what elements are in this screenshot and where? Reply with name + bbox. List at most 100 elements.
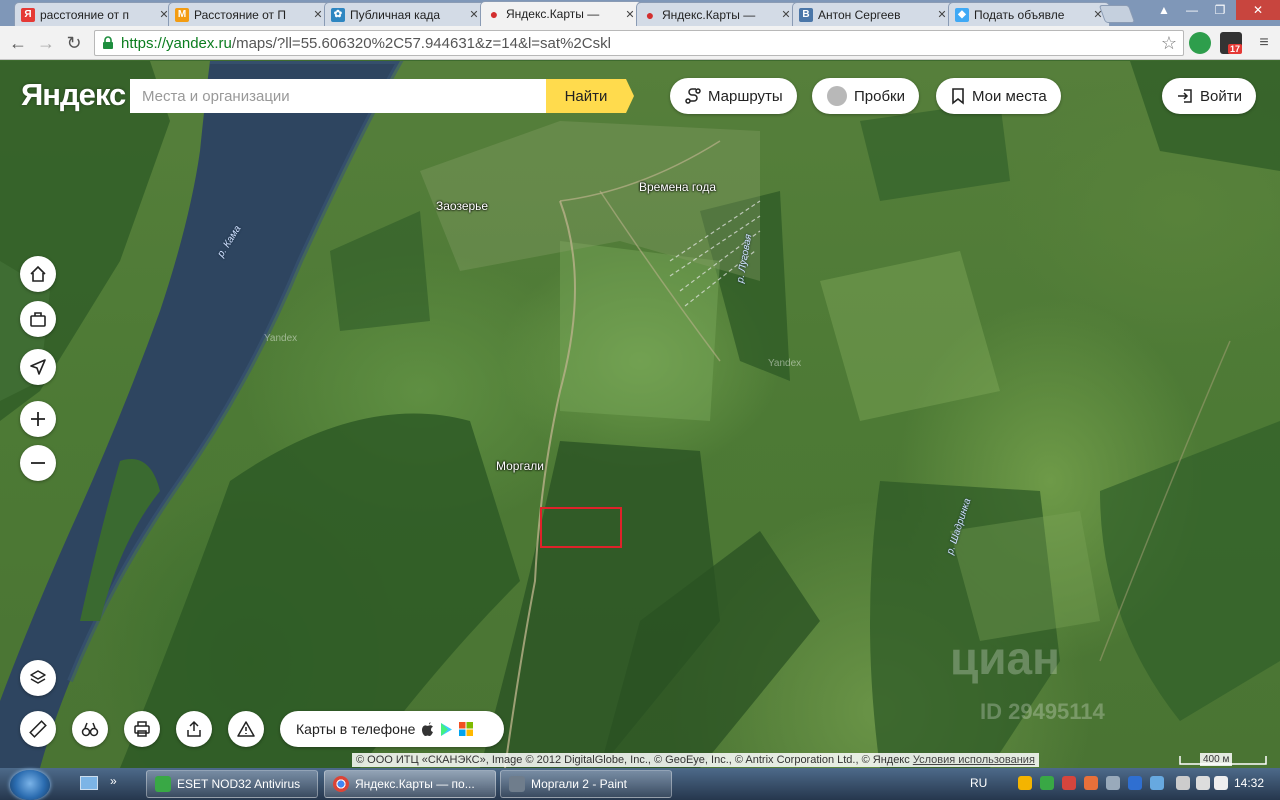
taskbar-item-label: ESET NOD32 Antivirus (177, 777, 301, 791)
new-tab-button[interactable] (1098, 5, 1136, 23)
layers-icon (30, 670, 46, 684)
language-indicator[interactable]: RU (970, 776, 987, 790)
terms-link[interactable]: Условия использования (913, 754, 1035, 766)
tab-close-icon[interactable]: ✕ (623, 8, 637, 21)
address-bar[interactable]: https://yandex.ru/maps/?ll=55.606320%2C5… (94, 30, 1184, 56)
share-button[interactable] (176, 711, 212, 747)
eset-icon (155, 776, 171, 792)
plus-icon (31, 412, 45, 426)
extension-icon[interactable] (1189, 32, 1211, 54)
cian-watermark: циан (950, 632, 1060, 684)
bookmark-icon (952, 88, 964, 105)
label-vremena-goda: Времена года (639, 180, 717, 194)
taskbar-item-chrome[interactable]: Яндекс.Карты — по... (324, 770, 496, 798)
tab-2[interactable]: М Расстояние от П ✕ (168, 2, 330, 26)
tab-title: Яндекс.Карты — (506, 7, 600, 21)
close-window-icon[interactable]: ✕ (1236, 0, 1280, 20)
binoculars-icon (81, 722, 99, 737)
map-pin-icon: ● (645, 6, 655, 23)
ruler-button[interactable] (20, 711, 56, 747)
login-button[interactable]: Войти (1162, 78, 1256, 114)
search-input[interactable] (142, 87, 546, 105)
tab-5[interactable]: ● Яндекс.Карты — ✕ (636, 2, 798, 26)
home-icon (30, 265, 46, 282)
traffic-label: Пробки (854, 87, 905, 105)
tray-icon[interactable] (1062, 776, 1076, 790)
tab-close-icon[interactable]: ✕ (467, 8, 481, 21)
share-icon (187, 720, 201, 737)
bookmark-star-icon[interactable]: ☆ (1161, 33, 1177, 54)
zoom-out-button[interactable] (20, 445, 56, 481)
browser-toolbar: ← → ↻ https://yandex.ru/maps/?ll=55.6063… (0, 26, 1280, 60)
route-icon (685, 88, 701, 104)
yandex-logo[interactable]: Яндекс (21, 77, 126, 113)
show-desktop-icon[interactable] (80, 776, 98, 790)
yandex-watermark: Yandex (264, 333, 298, 344)
user-icon[interactable]: ▲ (1150, 0, 1178, 20)
home-button[interactable] (20, 256, 56, 292)
battery-icon[interactable] (1176, 776, 1190, 790)
tab-close-icon[interactable]: ✕ (935, 8, 949, 21)
tray-icon[interactable] (1084, 776, 1098, 790)
tray-icon[interactable] (1040, 776, 1054, 790)
app-store-icons (421, 721, 474, 737)
windows-icon (459, 722, 474, 736)
start-button[interactable] (10, 770, 50, 800)
tab-title: Публичная када (350, 7, 441, 22)
my-places-button[interactable]: Мои места (936, 78, 1061, 114)
windows-taskbar: » ESET NOD32 Antivirus Яндекс.Карты — по… (0, 768, 1280, 800)
back-arrow-icon[interactable]: ← (6, 31, 30, 55)
report-problem-button[interactable] (228, 711, 264, 747)
ruler-icon (29, 720, 47, 738)
tab-title: Расстояние от П (194, 7, 287, 22)
browser-tab-bar: Я расстояние от п ✕ М Расстояние от П ✕ … (0, 0, 1280, 26)
print-button[interactable] (124, 711, 160, 747)
taskbar-item-eset[interactable]: ESET NOD32 Antivirus (146, 770, 318, 798)
menu-icon[interactable]: ≡ (1252, 31, 1276, 55)
locate-button[interactable] (20, 349, 56, 385)
routes-label: Маршруты (708, 87, 783, 105)
ads-icon: ◆ (955, 7, 969, 22)
panorama-button[interactable] (72, 711, 108, 747)
volume-icon[interactable] (1214, 776, 1228, 790)
printer-icon (134, 721, 150, 737)
traffic-button[interactable]: Пробки (812, 78, 919, 114)
tab-close-icon[interactable]: ✕ (779, 8, 793, 21)
briefcase-icon (30, 312, 46, 327)
search-field[interactable] (130, 79, 546, 113)
tray-icon[interactable] (1150, 776, 1164, 790)
search-button[interactable]: Найти (546, 79, 634, 113)
maps-in-phone-promo[interactable]: Карты в телефоне (280, 711, 504, 747)
satellite-map[interactable]: Заозерье Времена года Моргали р. Кама р.… (0, 61, 1280, 768)
tab-title: Подать объявле (974, 7, 1065, 22)
tab-3[interactable]: ✿ Публичная када ✕ (324, 2, 486, 26)
network-icon[interactable] (1196, 776, 1210, 790)
tray-icon[interactable] (1018, 776, 1032, 790)
reload-icon[interactable]: ↻ (62, 31, 86, 55)
url-secure-part: https://yandex.ru (121, 34, 232, 52)
tray-icon[interactable] (1128, 776, 1142, 790)
tab-title: расстояние от п (40, 7, 129, 22)
location-arrow-icon (30, 359, 46, 375)
tab-7[interactable]: ◆ Подать объявле ✕ (948, 2, 1110, 26)
google-play-icon (441, 722, 453, 736)
chrome-icon (333, 776, 349, 792)
tray-icon[interactable] (1106, 776, 1120, 790)
zoom-in-button[interactable] (20, 401, 56, 437)
phone-promo-label: Карты в телефоне (296, 721, 416, 737)
url-text: https://yandex.ru/maps/?ll=55.606320%2C5… (121, 35, 611, 52)
tab-4-active[interactable]: ● Яндекс.Карты — ✕ (480, 1, 642, 26)
tab-close-icon[interactable]: ✕ (311, 8, 325, 21)
extension-badge: 17 (1228, 44, 1243, 54)
taskbar-item-paint[interactable]: Моргали 2 - Paint (500, 770, 672, 798)
minimize-icon[interactable]: — (1178, 0, 1206, 20)
routes-button[interactable]: Маршруты (670, 78, 797, 114)
tab-6[interactable]: В Антон Сергеев ✕ (792, 2, 954, 26)
maximize-icon[interactable]: ❐ (1206, 0, 1234, 20)
work-button[interactable] (20, 301, 56, 337)
clock[interactable]: 14:32 (1234, 776, 1264, 790)
layers-button[interactable] (20, 660, 56, 696)
forward-arrow-icon[interactable]: → (34, 31, 58, 55)
tab-1[interactable]: Я расстояние от п ✕ (14, 2, 176, 26)
quicklaunch-chevron-icon[interactable]: » (110, 774, 117, 788)
